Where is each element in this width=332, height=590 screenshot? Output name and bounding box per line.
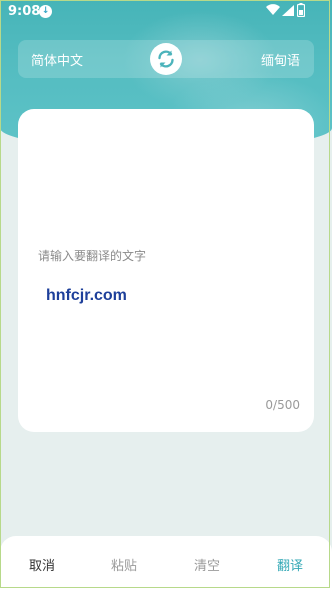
swap-languages-button[interactable] — [150, 43, 182, 75]
translation-input-card[interactable]: 请输入要翻译的文字 hnfcjr.com 0/500 — [18, 109, 314, 432]
source-language-button[interactable]: 简体中文 — [31, 50, 83, 69]
input-placeholder[interactable]: 请输入要翻译的文字 — [38, 247, 146, 264]
battery-icon — [296, 3, 306, 21]
watermark-text: hnfcjr.com — [46, 287, 127, 304]
bottom-action-bar: 取消 粘贴 清空 翻译 — [0, 536, 332, 590]
cancel-button[interactable]: 取消 — [29, 555, 55, 574]
clear-button[interactable]: 清空 — [194, 555, 220, 574]
refresh-swap-icon — [158, 50, 174, 68]
cell-signal-icon — [282, 5, 294, 20]
language-selector-bar: 简体中文 缅甸语 — [18, 40, 314, 78]
character-counter: 0/500 — [265, 398, 300, 412]
translate-button[interactable]: 翻译 — [277, 555, 303, 574]
status-time: 9:08 — [8, 4, 41, 19]
target-language-button[interactable]: 缅甸语 — [261, 50, 300, 69]
paste-button[interactable]: 粘贴 — [111, 555, 137, 574]
status-bar: 9:08 ↓ — [0, 0, 332, 24]
wifi-icon — [266, 4, 280, 20]
download-notification-icon: ↓ — [39, 5, 52, 18]
